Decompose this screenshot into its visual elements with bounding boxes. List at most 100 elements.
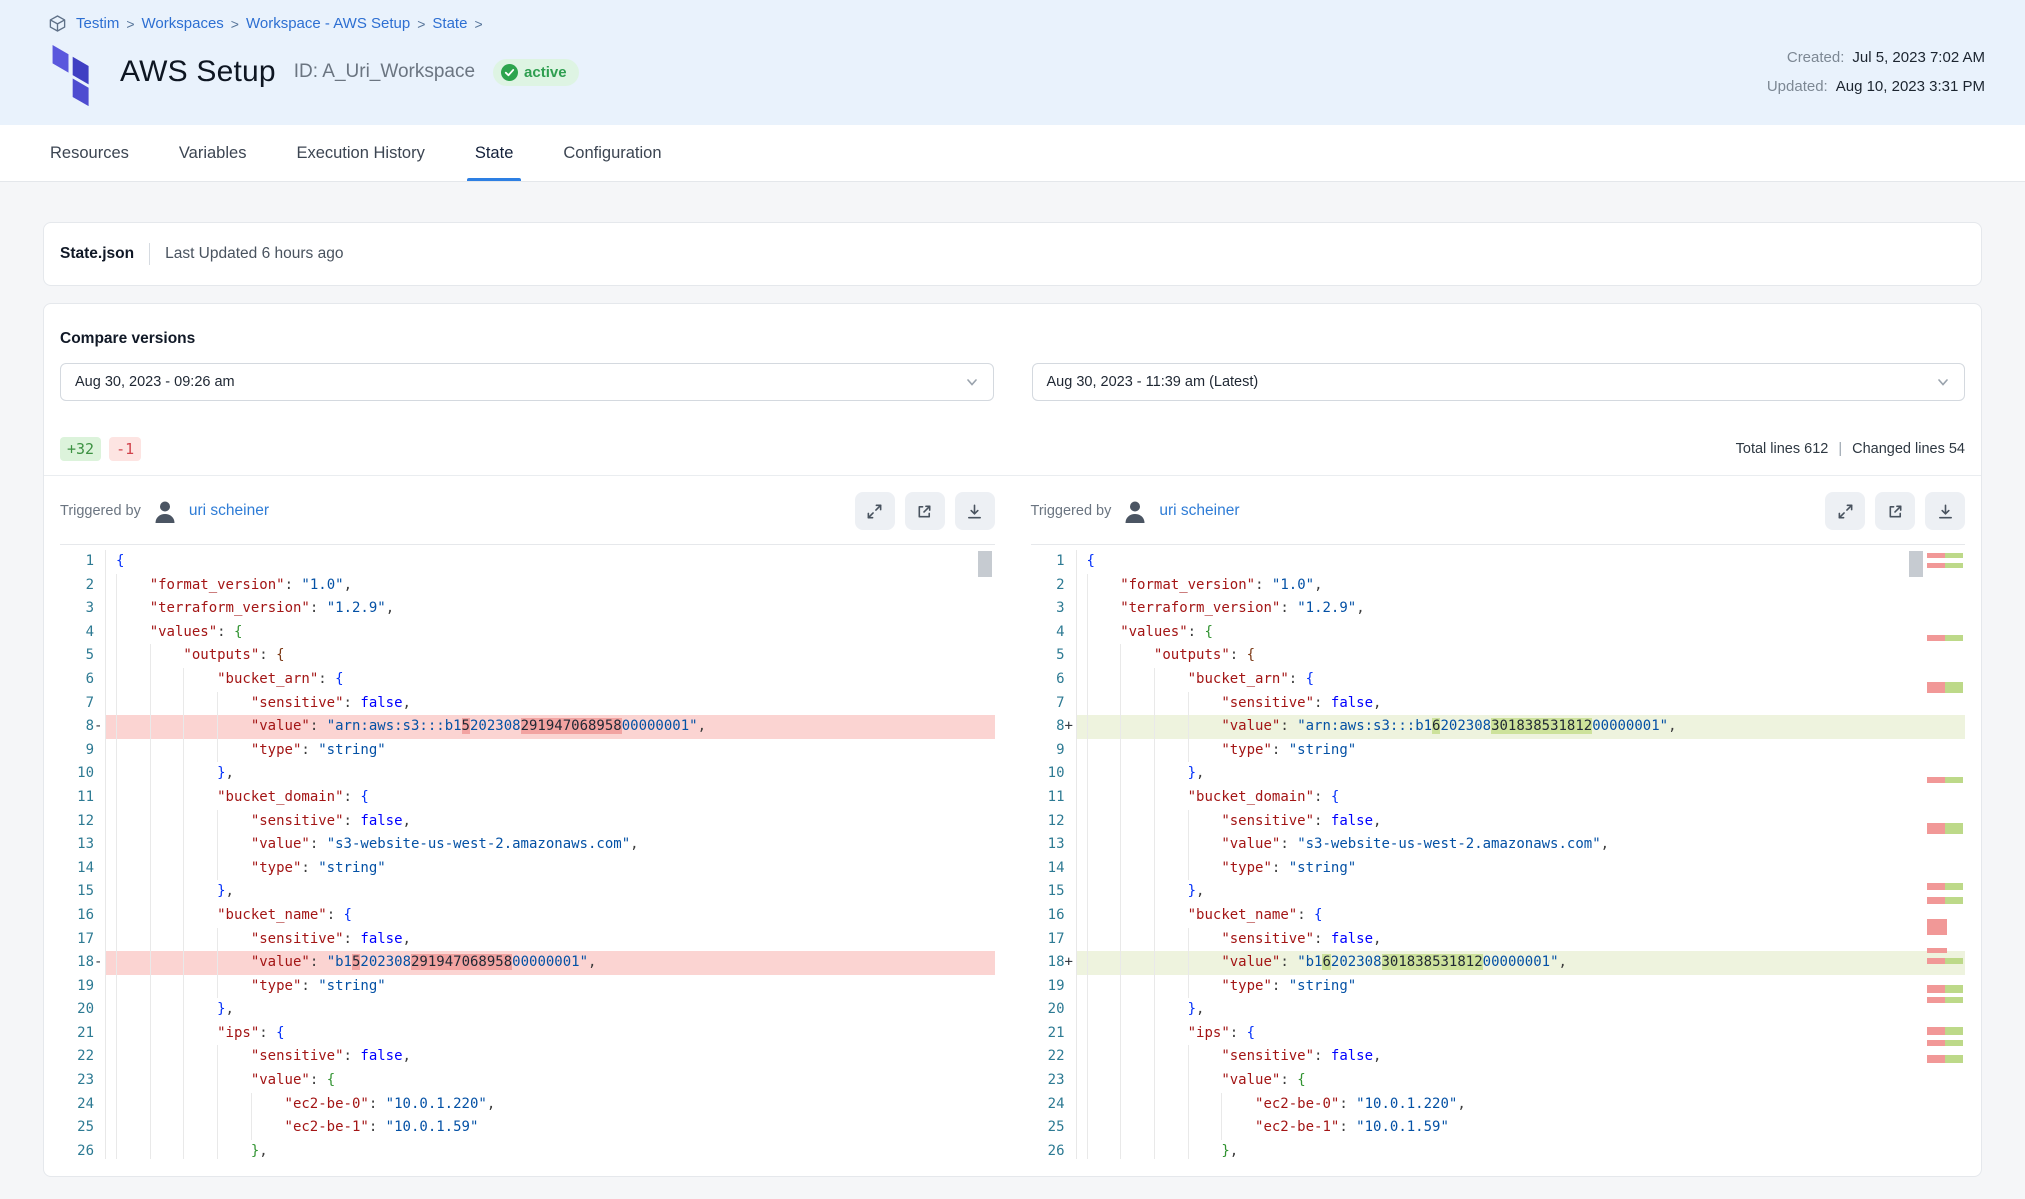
- breadcrumb-separator: >: [126, 16, 134, 32]
- external-link-icon: [1887, 503, 1904, 520]
- breadcrumb-link-workspace-aws-setup[interactable]: Workspace - AWS Setup: [246, 15, 410, 32]
- download-icon: [966, 503, 983, 520]
- code-line: 1{: [1031, 550, 1966, 574]
- code-line: 24"ec2-be-0": "10.0.1.220",: [60, 1093, 995, 1117]
- tab-execution-history[interactable]: Execution History: [294, 125, 426, 181]
- breadcrumb-link-testim[interactable]: Testim: [76, 15, 119, 32]
- line-number: 14: [60, 857, 106, 881]
- code-line: 12"sensitive": false,: [1031, 810, 1966, 834]
- code-line: 9"type": "string": [60, 739, 995, 763]
- compare-versions-card: Compare versions Aug 30, 2023 - 09:26 am…: [43, 303, 1982, 1177]
- breadcrumb-separator: >: [231, 16, 239, 32]
- code-line: 4"values": {: [60, 621, 995, 645]
- code-line: 13"value": "s3-website-us-west-2.amazona…: [60, 833, 995, 857]
- code-line: 9"type": "string": [1031, 739, 1966, 763]
- code-line: 18+"value": "b16202308301838531812000000…: [1031, 951, 1966, 975]
- version-select-right-value: Aug 30, 2023 - 11:39 am (Latest): [1047, 374, 1259, 390]
- code-line: 21"ips": {: [60, 1022, 995, 1046]
- download-button[interactable]: [955, 492, 995, 530]
- line-number: 5: [1031, 644, 1077, 668]
- triggered-by-user[interactable]: uri scheiner: [1159, 502, 1239, 520]
- code-editor-right[interactable]: 1{2"format_version": "1.0",3"terraform_v…: [1031, 544, 1966, 1159]
- workspace-id: ID: A_Uri_Workspace: [294, 61, 475, 83]
- line-number: 19: [1031, 975, 1077, 999]
- created-label: Created:: [1787, 49, 1845, 66]
- code-line: 24"ec2-be-0": "10.0.1.220",: [1031, 1093, 1966, 1117]
- code-lines-right: 1{2"format_version": "1.0",3"terraform_v…: [1031, 550, 1966, 1159]
- code-line: 6"bucket_arn": {: [60, 668, 995, 692]
- open-external-button[interactable]: [1875, 492, 1915, 530]
- line-number: 16: [60, 904, 106, 928]
- code-line: 26},: [60, 1140, 995, 1159]
- scrollbar-thumb[interactable]: [978, 551, 992, 577]
- terraform-logo-icon: [48, 45, 94, 107]
- file-name: State.json: [60, 245, 134, 263]
- version-select-left[interactable]: Aug 30, 2023 - 09:26 am: [60, 363, 994, 401]
- tab-resources[interactable]: Resources: [48, 125, 131, 181]
- line-number: 11: [60, 786, 106, 810]
- triggered-by-label: Triggered by: [1031, 503, 1112, 519]
- code-line: 10},: [1031, 762, 1966, 786]
- line-number: 13: [1031, 833, 1077, 857]
- additions-badge: +32: [60, 437, 101, 461]
- line-number: 24: [60, 1093, 106, 1117]
- code-line: 17"sensitive": false,: [1031, 928, 1966, 952]
- changed-lines-text: Changed lines 54: [1852, 441, 1965, 457]
- line-number: 20: [60, 998, 106, 1022]
- code-line: 4"values": {: [1031, 621, 1966, 645]
- tab-variables[interactable]: Variables: [177, 125, 249, 181]
- line-number: 22: [60, 1045, 106, 1069]
- breadcrumb: Testim > Workspaces > Workspace - AWS Se…: [48, 14, 1985, 33]
- line-number: 25: [60, 1116, 106, 1140]
- compare-versions-title: Compare versions: [60, 330, 1965, 348]
- line-number: 24: [1031, 1093, 1077, 1117]
- line-number: 6: [60, 668, 106, 692]
- triggered-by-label: Triggered by: [60, 503, 141, 519]
- diff-overview-mark: [1927, 985, 1963, 993]
- diff-overview-mark: [1927, 919, 1963, 935]
- download-button[interactable]: [1925, 492, 1965, 530]
- code-line: 5"outputs": {: [60, 644, 995, 668]
- line-number: 23: [1031, 1069, 1077, 1093]
- scrollbar-thumb[interactable]: [1909, 551, 1923, 577]
- line-number: 8-: [60, 715, 106, 739]
- code-line: 20},: [1031, 998, 1966, 1022]
- code-line: 12"sensitive": false,: [60, 810, 995, 834]
- line-number: 26: [1031, 1140, 1077, 1159]
- line-number: 3: [60, 597, 106, 621]
- code-line: 16"bucket_name": {: [1031, 904, 1966, 928]
- page-header: Testim > Workspaces > Workspace - AWS Se…: [0, 0, 2025, 125]
- code-line: 19"type": "string": [60, 975, 995, 999]
- diff-overview-mark: [1927, 1040, 1963, 1046]
- code-line: 5"outputs": {: [1031, 644, 1966, 668]
- code-line: 18-"value": "b15202308291947068958000000…: [60, 951, 995, 975]
- breadcrumb-link-workspaces[interactable]: Workspaces: [142, 15, 224, 32]
- external-link-icon: [916, 503, 933, 520]
- line-number: 17: [60, 928, 106, 952]
- line-number: 7: [60, 692, 106, 716]
- code-line: 2"format_version": "1.0",: [1031, 574, 1966, 598]
- last-updated-text: Last Updated 6 hours ago: [165, 245, 343, 263]
- triggered-by-user[interactable]: uri scheiner: [189, 502, 269, 520]
- breadcrumb-link-state[interactable]: State: [432, 15, 467, 32]
- diff-overview-ruler[interactable]: [1927, 545, 1963, 1159]
- open-external-button[interactable]: [905, 492, 945, 530]
- expand-button[interactable]: [855, 492, 895, 530]
- tab-state[interactable]: State: [473, 125, 516, 181]
- tab-bar: Resources Variables Execution History St…: [0, 125, 2025, 182]
- page-title: AWS Setup: [120, 55, 276, 89]
- tab-configuration[interactable]: Configuration: [561, 125, 663, 181]
- line-number: 6: [1031, 668, 1077, 692]
- expand-button[interactable]: [1825, 492, 1865, 530]
- code-line: 21"ips": {: [1031, 1022, 1966, 1046]
- code-line: 15},: [60, 880, 995, 904]
- download-icon: [1937, 503, 1954, 520]
- code-line: 19"type": "string": [1031, 975, 1966, 999]
- divider: [149, 243, 150, 265]
- code-editor-left[interactable]: 1{2"format_version": "1.0",3"terraform_v…: [60, 544, 995, 1159]
- line-number: 10: [1031, 762, 1077, 786]
- version-select-right[interactable]: Aug 30, 2023 - 11:39 am (Latest): [1032, 363, 1966, 401]
- code-line: 22"sensitive": false,: [1031, 1045, 1966, 1069]
- divider: |: [1838, 441, 1842, 457]
- diff-overview-mark: [1927, 948, 1963, 953]
